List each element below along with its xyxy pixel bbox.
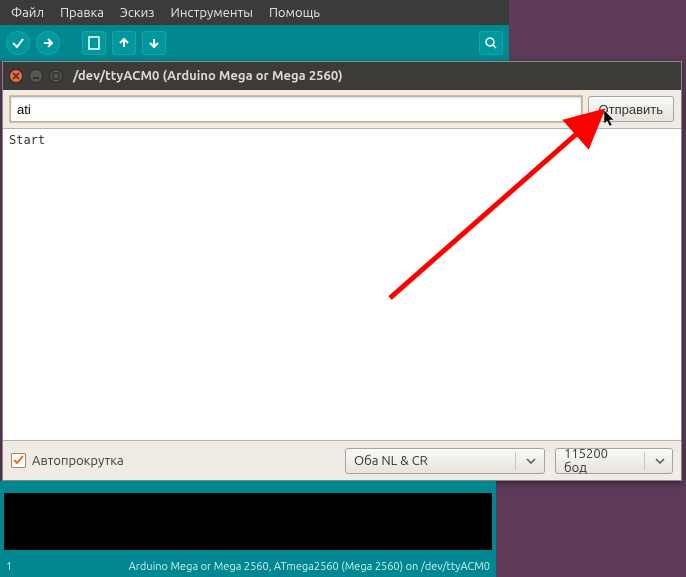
menu-sketch[interactable]: Эскиз	[113, 3, 162, 23]
open-button[interactable]	[112, 31, 136, 55]
arrow-right-icon	[41, 36, 55, 50]
menu-tools[interactable]: Инструменты	[164, 3, 260, 23]
save-button[interactable]	[142, 31, 166, 55]
upload-button[interactable]	[36, 31, 60, 55]
titlebar: /dev/ttyACM0 (Arduino Mega or Mega 2560)	[3, 62, 681, 90]
window-close-button[interactable]	[9, 69, 23, 83]
send-button[interactable]: Отправить	[588, 96, 674, 122]
chevron-down-icon	[522, 452, 540, 470]
serial-input[interactable]	[10, 96, 582, 122]
new-button[interactable]	[82, 31, 106, 55]
status-line-number: 1	[6, 561, 12, 573]
window-maximize-button[interactable]	[49, 69, 63, 83]
chevron-down-icon	[651, 452, 668, 470]
ide-console[interactable]	[4, 493, 492, 550]
serial-output[interactable]: Start	[3, 128, 681, 440]
autoscroll-label: Автопрокрутка	[32, 454, 124, 468]
close-icon	[12, 72, 20, 80]
minimize-icon	[32, 72, 40, 80]
arrow-up-icon	[117, 36, 131, 50]
check-icon	[13, 455, 24, 466]
ide-bottom-panel: 1 Arduino Mega or Mega 2560, ATmega2560 …	[0, 481, 496, 577]
toolbar	[0, 25, 509, 61]
line-ending-value: Оба NL & CR	[354, 454, 428, 468]
baud-rate-value: 115200 бод	[564, 447, 628, 475]
menu-help[interactable]: Помощь	[262, 3, 327, 23]
check-icon	[11, 36, 25, 50]
window-title: /dev/ttyACM0 (Arduino Mega or Mega 2560)	[73, 69, 343, 83]
serial-monitor-window: /dev/ttyACM0 (Arduino Mega or Mega 2560)…	[2, 61, 682, 481]
line-ending-select[interactable]: Оба NL & CR	[345, 448, 545, 474]
menu-bar: Файл Правка Эскиз Инструменты Помощь	[0, 0, 509, 25]
checkbox-box	[11, 453, 26, 468]
serial-bottom-bar: Автопрокрутка Оба NL & CR 115200 бод	[3, 440, 681, 480]
maximize-icon	[52, 72, 60, 80]
arrow-down-icon	[147, 36, 161, 50]
menu-edit[interactable]: Правка	[53, 3, 111, 23]
baud-rate-select[interactable]: 115200 бод	[555, 448, 673, 474]
status-board-info: Arduino Mega or Mega 2560, ATmega2560 (M…	[129, 561, 490, 573]
ide-window-top: Файл Правка Эскиз Инструменты Помощь	[0, 0, 509, 61]
status-bar: 1 Arduino Mega or Mega 2560, ATmega2560 …	[0, 557, 496, 577]
serial-input-row: Отправить	[3, 90, 681, 128]
file-icon	[88, 36, 100, 50]
serial-monitor-button[interactable]	[479, 31, 503, 55]
window-minimize-button[interactable]	[29, 69, 43, 83]
menu-file[interactable]: Файл	[4, 3, 51, 23]
magnifier-icon	[484, 36, 498, 50]
autoscroll-checkbox[interactable]: Автопрокрутка	[11, 453, 124, 468]
verify-button[interactable]	[6, 31, 30, 55]
